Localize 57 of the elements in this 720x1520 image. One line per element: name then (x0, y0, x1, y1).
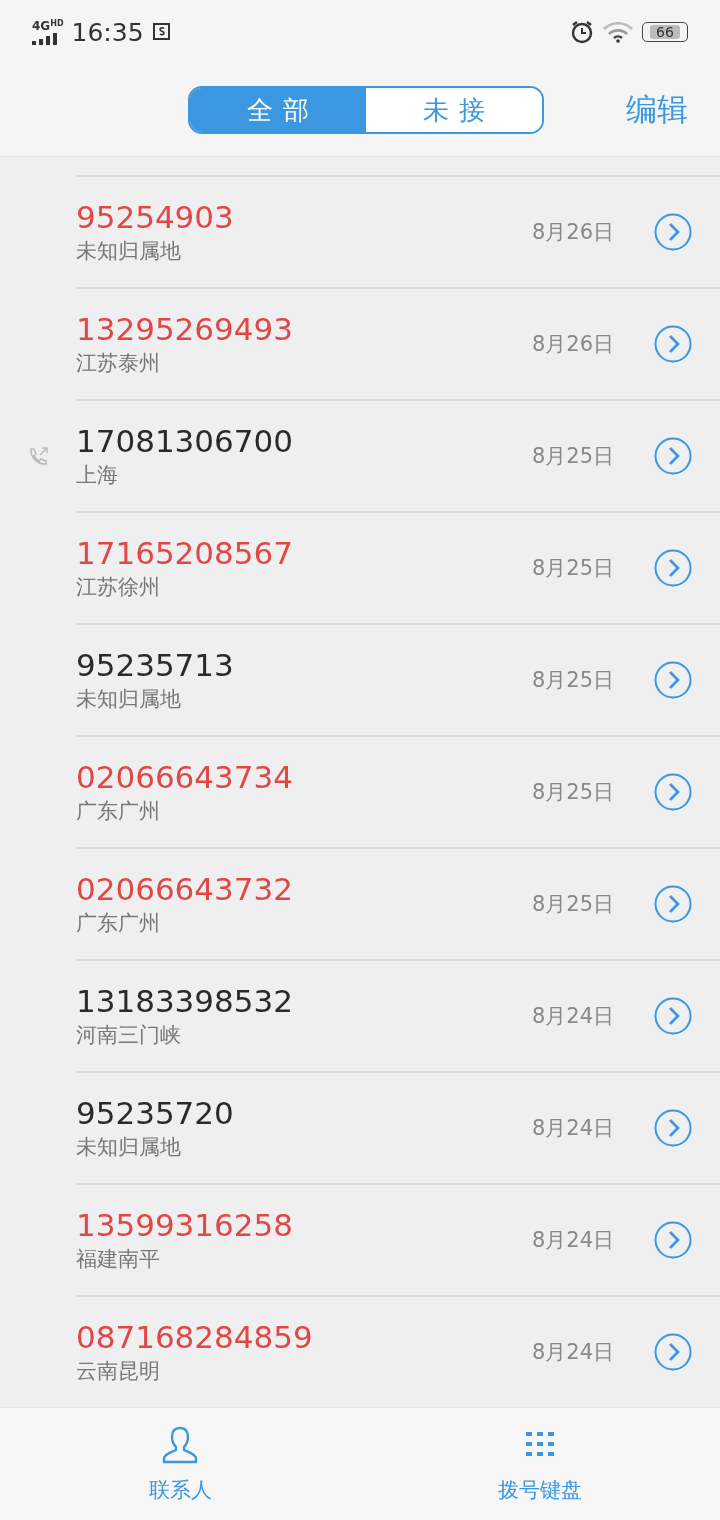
battery-level: 66 (650, 25, 680, 39)
call-date: 8月26日 (531, 331, 614, 358)
phone-number: 13295269493 (76, 311, 294, 347)
details-button[interactable] (654, 885, 692, 923)
phone-number: 17165208567 (76, 535, 294, 571)
filter-tab[interactable]: 未接 (366, 88, 542, 132)
caller-location: 江苏徐州 (76, 574, 161, 601)
phone-number: 087168284859 (76, 1319, 314, 1355)
caller-location: 云南昆明 (76, 1358, 161, 1385)
call-date: 8月24日 (531, 1227, 614, 1254)
phone-number: 95235720 (76, 1095, 235, 1131)
details-button[interactable] (654, 549, 692, 587)
call-date: 8月26日 (531, 219, 614, 246)
nav-tab[interactable]: 联系人 (0, 1408, 360, 1520)
network-hd-label: HD (50, 19, 64, 28)
wifi-icon (602, 21, 634, 43)
call-date: 8月25日 (531, 443, 614, 470)
nav-tab[interactable]: 拨号键盘 (360, 1408, 720, 1520)
call-date: 8月24日 (531, 1339, 614, 1366)
clock-time: 16:35 (71, 17, 144, 47)
phone-number: 13599316258 (76, 1207, 294, 1243)
caller-location: 未知归属地 (76, 686, 182, 713)
caller-location: 河南三门峡 (76, 1022, 182, 1049)
details-button[interactable] (654, 773, 692, 811)
phone-number: 95235713 (76, 647, 235, 683)
caller-location: 未知归属地 (76, 238, 182, 265)
details-button[interactable] (654, 1221, 692, 1259)
details-button[interactable] (654, 997, 692, 1035)
phone-number: 17081306700 (76, 423, 294, 459)
caller-location: 江苏泰州 (76, 350, 161, 377)
details-button[interactable] (654, 437, 692, 475)
call-date: 8月25日 (531, 555, 614, 582)
caller-location: 福建南平 (76, 1246, 161, 1273)
details-button[interactable] (654, 325, 692, 363)
screenshot-icon (151, 22, 172, 42)
alarm-icon (570, 20, 594, 44)
call-date: 8月25日 (531, 891, 614, 918)
caller-location: 上海 (76, 462, 119, 489)
caller-location: 未知归属地 (76, 1134, 182, 1161)
call-date: 8月25日 (531, 667, 614, 694)
details-button[interactable] (654, 1109, 692, 1147)
details-button[interactable] (654, 213, 692, 251)
phone-number: 02066643732 (76, 871, 294, 907)
call-date: 8月24日 (531, 1115, 614, 1142)
phone-number: 02066643734 (76, 759, 294, 795)
phone-number: 13183398532 (76, 983, 294, 1019)
edit-button[interactable]: 编辑 (626, 89, 688, 131)
network-type: 4G (32, 19, 51, 32)
details-button[interactable] (654, 1333, 692, 1371)
caller-location: 广东广州 (76, 798, 161, 825)
details-button[interactable] (654, 661, 692, 699)
call-date: 8月25日 (531, 779, 614, 806)
caller-location: 广东广州 (76, 910, 161, 937)
signal-icon (32, 32, 58, 45)
filter-tab[interactable]: 全部 (190, 88, 366, 132)
call-date: 8月24日 (531, 1003, 614, 1030)
phone-number: 95254903 (76, 199, 235, 235)
